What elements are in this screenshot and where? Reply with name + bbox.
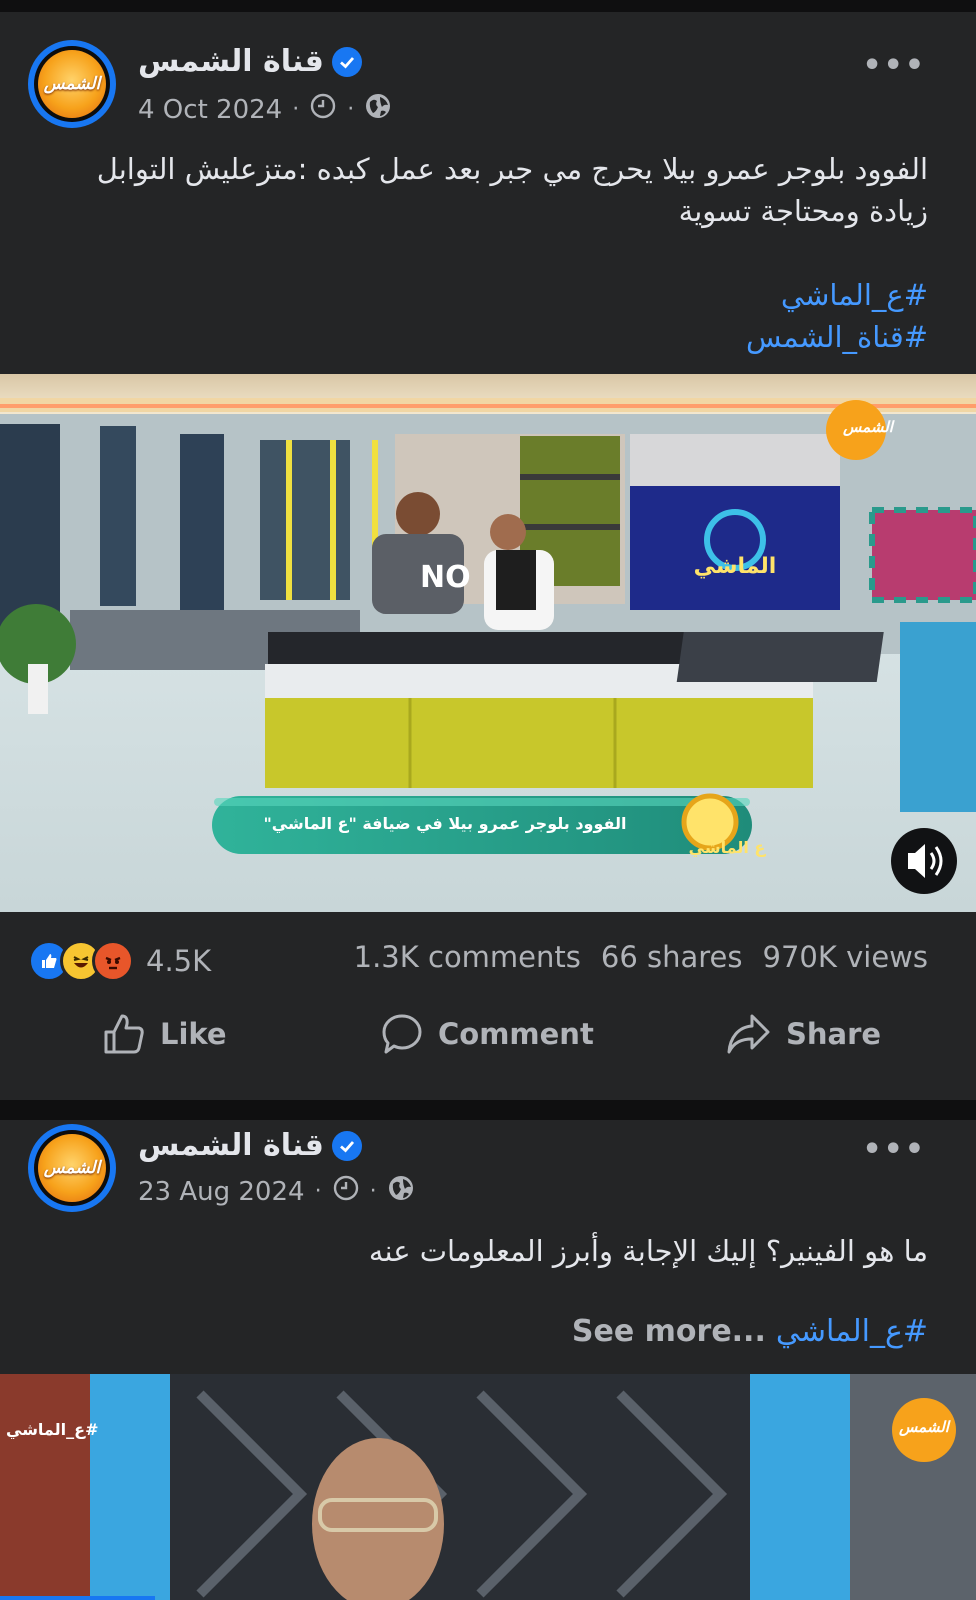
post-card: الشمس قناة الشمس 4 Oct 2024 · · ••• الفو… [0,12,976,1100]
page-avatar[interactable]: الشمس [28,1124,116,1212]
like-button[interactable]: Like [102,1012,227,1056]
thumbs-up-icon [104,1014,144,1054]
video-tag: #ع_الماشي [6,1420,99,1439]
post-date[interactable]: 23 Aug 2024 [138,1177,305,1207]
post-meta: 4 Oct 2024 · · [138,92,392,127]
shares-count[interactable]: 66 shares [601,940,743,974]
channel-watermark: الشمس [899,1418,949,1436]
hashtag-link[interactable]: #ع_الماشي [776,1314,928,1349]
video-frame [0,1374,976,1600]
verified-badge-icon [331,46,362,77]
post-date[interactable]: 4 Oct 2024 [138,95,282,125]
post-stats: 4.5K 1.3K comments 66 shares 970K views [28,940,928,982]
see-more-link[interactable]: See more... [572,1314,766,1349]
video-player[interactable]: NO الشمس الماشي الفوود بلوجر عمرو بيلا ف… [0,374,976,912]
comment-button[interactable]: Comment [380,1012,594,1056]
views-count: 970K views [762,940,928,974]
share-button[interactable]: Share [726,1012,881,1056]
clock-icon [309,92,337,127]
post-text: الفوود بلوجر عمرو بيلا يحرج مي جبر بعد ع… [96,152,928,228]
post-text: ما هو الفينير؟ إليك الإجابة وأبرز المعلو… [368,1234,928,1268]
post-card: الشمس قناة الشمس 23 Aug 2024 · · ••• ما … [0,1120,976,1600]
page-name[interactable]: قناة الشمس [138,1128,362,1163]
more-options-button[interactable]: ••• [862,48,926,83]
mute-toggle-button[interactable] [891,828,957,894]
clock-icon [332,1174,360,1209]
more-options-button[interactable]: ••• [862,1132,926,1167]
video-player[interactable]: الشمس #ع_الماشي [0,1374,976,1600]
globe-icon [364,92,392,127]
comment-bubble-icon [382,1014,422,1054]
screen-logo: الماشي [693,554,777,579]
comments-count[interactable]: 1.3K comments [354,940,581,974]
page-name[interactable]: قناة الشمس [138,44,362,79]
post-meta: 23 Aug 2024 · · [138,1174,415,1209]
video-caption: الفوود بلوجر عمرو بيلا في ضيافة "ع الماش… [263,814,627,833]
share-arrow-icon [727,1014,770,1054]
hashtag-link[interactable]: #ع_الماشي [38,274,928,316]
verified-badge-icon [331,1130,362,1161]
hashtag-link[interactable]: #قناة_الشمس [38,316,928,358]
shirt-print: NO [420,560,471,595]
page-avatar[interactable]: الشمس [28,40,116,128]
reactions-summary[interactable]: 4.5K [28,940,211,982]
angry-reaction-icon [92,940,134,982]
lower-third-logo: ع الماشي [688,838,766,857]
reactions-count: 4.5K [146,944,212,978]
post-actions: Like Comment Share [0,1008,976,1064]
post-text-footer: See more... #ع_الماشي [572,1314,928,1349]
globe-icon [387,1174,415,1209]
channel-watermark: الشمس [843,418,893,436]
